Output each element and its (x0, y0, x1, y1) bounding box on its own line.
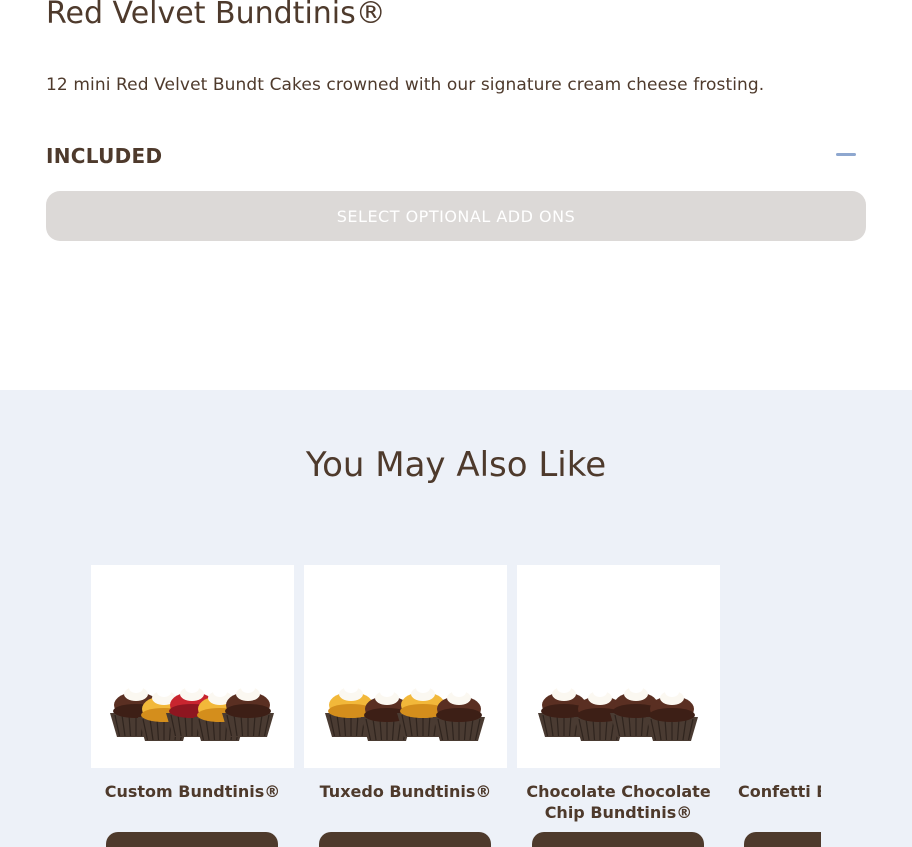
bundtini-cakes-image (325, 683, 485, 741)
you-may-also-like-section: You May Also Like Custom Bundtinis® Tuxe… (0, 390, 912, 847)
product-card-button[interactable] (744, 832, 821, 847)
product-image[interactable] (304, 565, 507, 768)
product-name[interactable]: Chocolate Chocolate Chip Bundtinis® (505, 781, 732, 823)
product-card-button[interactable] (319, 832, 491, 847)
select-optional-add-ons-button[interactable]: SELECT OPTIONAL ADD ONS (46, 191, 866, 241)
product-card-button[interactable] (106, 832, 278, 847)
section-heading: You May Also Like (305, 445, 607, 485)
minus-icon[interactable] (836, 153, 856, 156)
product-name[interactable]: Custom Bundtinis® (79, 781, 306, 802)
bundtini-cake (433, 687, 485, 741)
bundtini-cakes-image (538, 683, 698, 741)
bundtini-cake (646, 687, 698, 741)
product-title: Red Velvet Bundtinis® (46, 0, 386, 31)
product-name[interactable]: Confetti Bundtinis® (738, 781, 821, 802)
product-description: 12 mini Red Velvet Bundt Cakes crowned w… (46, 75, 765, 95)
product-name[interactable]: Tuxedo Bundtinis® (292, 781, 519, 802)
product-details: Red Velvet Bundtinis® 12 mini Red Velvet… (0, 0, 912, 390)
bundtini-cakes-image (110, 683, 274, 741)
included-label: INCLUDED (46, 144, 163, 168)
product-image[interactable] (91, 565, 294, 768)
included-accordion-header[interactable]: INCLUDED (46, 140, 866, 170)
product-carousel[interactable]: Custom Bundtinis® Tuxedo Bundtinis® Choc… (0, 565, 821, 847)
product-image[interactable] (738, 565, 821, 768)
product-card-button[interactable] (532, 832, 704, 847)
product-image[interactable] (517, 565, 720, 768)
bundtini-cake (222, 683, 274, 737)
